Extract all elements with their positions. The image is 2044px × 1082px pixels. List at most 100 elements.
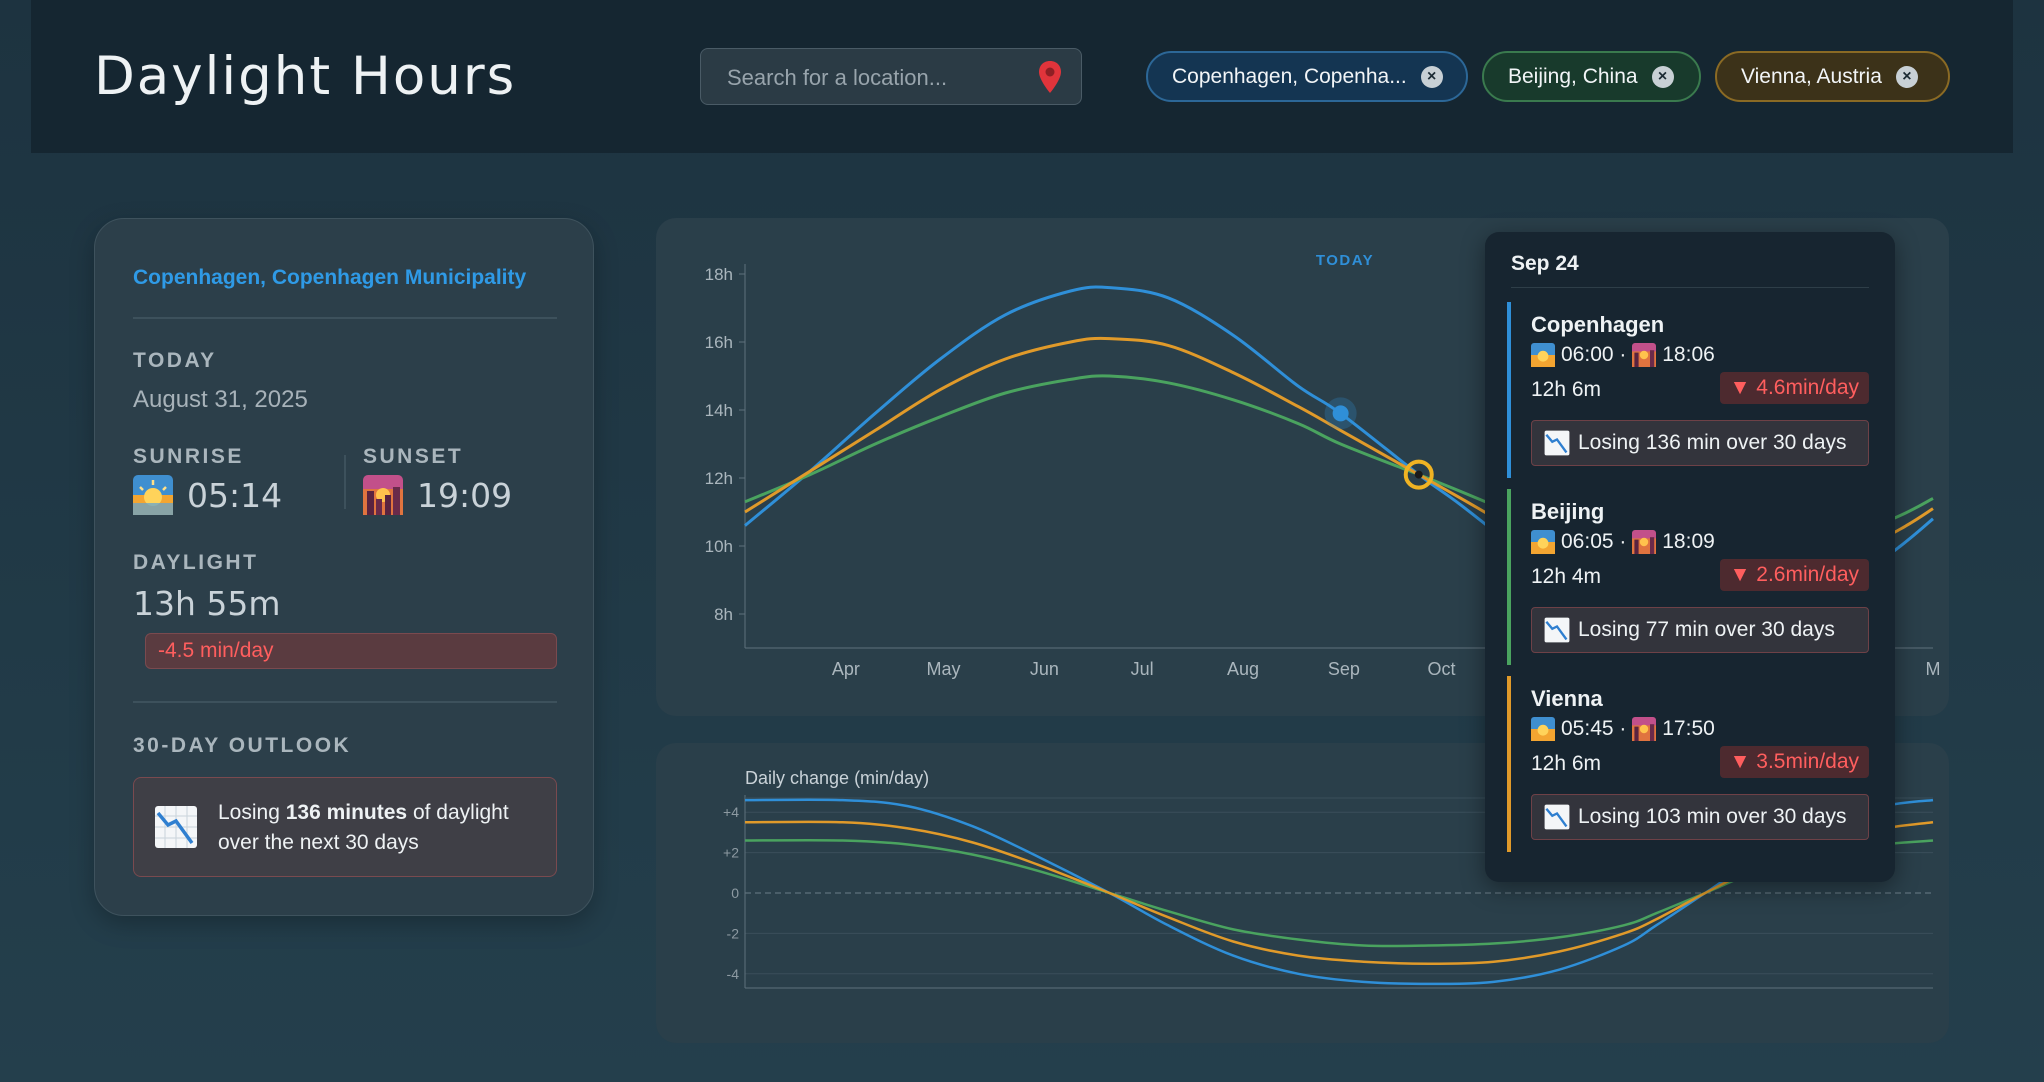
tooltip-sunrise: 06:05 [1561, 530, 1614, 553]
daylight-label: DAYLIGHT [133, 551, 259, 574]
sunset-label: SUNSET [363, 445, 464, 468]
outlook-text: Losing 136 minutes of daylight over the … [218, 798, 538, 858]
tooltip-city: Vienna [1531, 686, 1603, 711]
series-color-bar [1507, 302, 1511, 478]
location-chip-copenhagen[interactable]: Copenhagen, Copenha... × [1146, 51, 1468, 102]
divider [133, 701, 557, 703]
tooltip-times: 06:00 · 18:06 [1531, 343, 1715, 367]
tooltip-rate-badge: ▼ 4.6min/day [1719, 372, 1869, 404]
close-icon[interactable]: × [1420, 65, 1443, 88]
tooltip-separator: · [1619, 717, 1627, 740]
outlook-minutes: 136 minutes [285, 801, 408, 824]
sunrise-value: 05:14 [187, 475, 283, 515]
outlook-box: Losing 136 minutes of daylight over the … [133, 777, 557, 877]
chip-label: Beijing, China [1508, 64, 1638, 88]
sunset-icon [363, 475, 403, 515]
tooltip-city: Copenhagen [1531, 312, 1665, 337]
tooltip-loss-box: Losing 136 min over 30 days [1531, 420, 1869, 466]
y-tick-label: 8h [714, 605, 733, 624]
x-tick-label: Jun [1030, 659, 1059, 679]
location-pin-icon[interactable] [1037, 60, 1063, 94]
tooltip-separator: · [1619, 530, 1627, 553]
chart-decreasing-icon [1544, 617, 1570, 643]
sunrise-icon [1531, 717, 1555, 741]
sunset-time: 19:09 [363, 475, 512, 515]
location-info-card: Copenhagen, Copenhagen Municipality TODA… [94, 218, 594, 916]
tooltip-sunset: 18:09 [1662, 530, 1715, 553]
sunset-value: 19:09 [417, 475, 513, 515]
y-tick-label: +4 [723, 804, 739, 820]
sunrise-icon [1531, 343, 1555, 367]
x-tick-label: Jul [1131, 659, 1154, 679]
location-chip-beijing[interactable]: Beijing, China × [1482, 51, 1701, 102]
tooltip-rate-badge: ▼ 2.6min/day [1719, 559, 1869, 591]
y-tick-label: 14h [705, 401, 733, 420]
daylight-value: 13h 55m [133, 584, 281, 623]
today-marker-label: TODAY [1316, 252, 1374, 269]
x-tick-label: Aug [1227, 659, 1259, 679]
close-icon[interactable]: × [1895, 65, 1918, 88]
sunrise-icon [133, 475, 173, 515]
sunrise-label: SUNRISE [133, 445, 244, 468]
series-color-bar [1507, 489, 1511, 665]
location-search[interactable] [700, 48, 1082, 106]
tooltip-entry-vienna: Vienna 05:45 · 17:50 12h 6m ▼ 3.5min/day… [1507, 676, 1873, 852]
x-tick-label: Apr [832, 659, 860, 679]
today-marker [1332, 405, 1349, 422]
tooltip-rate-badge: ▼ 3.5min/day [1719, 746, 1869, 778]
today-date: August 31, 2025 [133, 386, 308, 413]
tooltip-separator: · [1619, 343, 1627, 366]
tooltip-day-length: 12h 4m [1531, 565, 1602, 588]
location-chip-vienna[interactable]: Vienna, Austria × [1715, 51, 1950, 102]
y-tick-label: 16h [705, 333, 733, 352]
tooltip-sunrise: 05:45 [1561, 717, 1614, 740]
chart-tooltip: Sep 24 Copenhagen 06:00 · 18:06 12h 6m ▼… [1485, 232, 1895, 882]
y-tick-label: -4 [727, 966, 740, 982]
outlook-text-pre: Losing [218, 801, 286, 824]
close-icon[interactable]: × [1651, 65, 1674, 88]
sunset-icon [1632, 343, 1657, 367]
tooltip-entry-copenhagen: Copenhagen 06:00 · 18:06 12h 6m ▼ 4.6min… [1507, 302, 1873, 478]
daily-change-chart-title: Daily change (min/day) [745, 768, 929, 788]
y-tick-label: +2 [723, 845, 739, 861]
app-title: Daylight Hours [94, 46, 517, 107]
chip-label: Copenhagen, Copenha... [1172, 64, 1407, 88]
tooltip-day-length: 12h 6m [1531, 378, 1602, 401]
daylight-rate-badge: -4.5 min/day [145, 633, 557, 669]
y-tick-label: -2 [727, 925, 740, 941]
divider [133, 317, 557, 319]
app-header: Daylight Hours Copenhagen, Copenha... × … [31, 0, 2013, 153]
chip-label: Vienna, Austria [1741, 64, 1882, 88]
y-tick-label: 18h [705, 265, 733, 284]
tooltip-entry-beijing: Beijing 06:05 · 18:09 12h 4m ▼ 2.6min/da… [1507, 489, 1873, 665]
y-tick-label: 12h [705, 469, 733, 488]
x-tick-label: Oct [1428, 659, 1456, 679]
x-tick-label: M [1926, 659, 1941, 679]
y-tick-label: 0 [731, 885, 739, 901]
sunrise-icon [1531, 530, 1555, 554]
tooltip-day-length: 12h 6m [1531, 752, 1602, 775]
today-label: TODAY [133, 349, 217, 372]
location-search-input[interactable] [725, 49, 1029, 106]
y-tick-label: 10h [705, 537, 733, 556]
chart-decreasing-icon [155, 806, 197, 848]
chart-decreasing-icon [1544, 430, 1570, 456]
divider [344, 455, 346, 509]
sunset-icon [1632, 717, 1657, 741]
tooltip-loss-text: Losing 136 min over 30 days [1578, 431, 1847, 454]
sunrise-time: 05:14 [133, 475, 282, 515]
tooltip-city: Beijing [1531, 499, 1605, 524]
tooltip-loss-text: Losing 77 min over 30 days [1578, 618, 1835, 641]
series-color-bar [1507, 676, 1511, 852]
outlook-label: 30-DAY OUTLOOK [133, 734, 352, 757]
chart-decreasing-icon [1544, 804, 1570, 830]
location-name: Copenhagen, Copenhagen Municipality [133, 266, 527, 289]
divider [1511, 287, 1869, 288]
tooltip-times: 05:45 · 17:50 [1531, 717, 1715, 741]
x-tick-label: Sep [1328, 659, 1360, 679]
sunset-icon [1632, 530, 1657, 554]
tooltip-loss-box: Losing 103 min over 30 days [1531, 794, 1869, 840]
hover-marker-dot [1414, 470, 1423, 479]
tooltip-loss-box: Losing 77 min over 30 days [1531, 607, 1869, 653]
tooltip-sunrise: 06:00 [1561, 343, 1614, 366]
